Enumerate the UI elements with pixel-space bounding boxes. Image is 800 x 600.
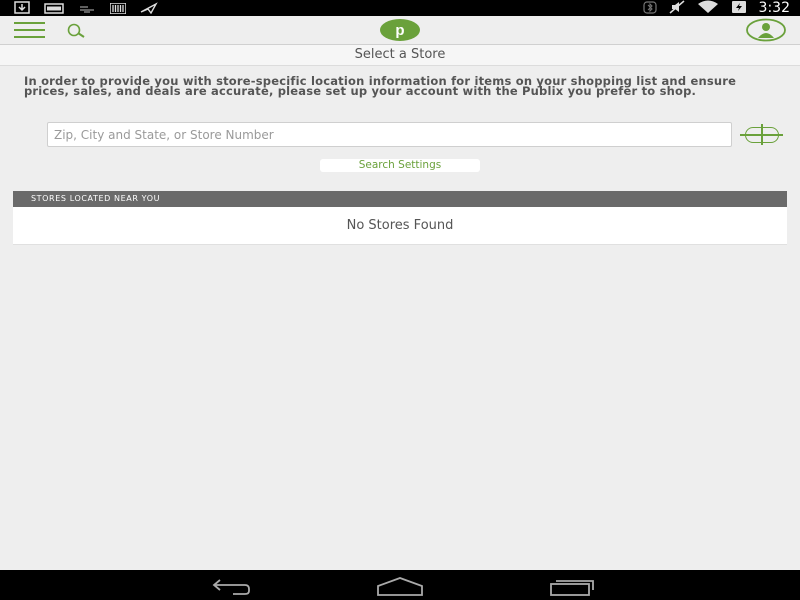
bluetooth-icon [642,0,657,18]
hamburger-menu-icon[interactable] [14,22,45,40]
battery-icon [731,0,747,18]
system-nav-bar [0,570,800,600]
store-search-field[interactable] [47,122,732,147]
action-bar: p [0,16,800,45]
download-icon [14,0,30,18]
page-title: Select a Store [0,45,800,66]
status-time: 3:32 [758,0,790,16]
stores-section-header: STORES LOCATED NEAR YOU [13,191,787,207]
account-icon[interactable] [746,18,786,42]
wifi-icon [697,0,719,18]
search-icon[interactable] [64,21,88,41]
status-bar: 3:32 [0,0,800,16]
notification-icon [78,0,96,18]
locate-me-icon[interactable] [740,124,783,145]
search-settings-button[interactable]: Search Settings [320,159,480,172]
back-icon[interactable] [205,576,253,596]
intro-text: In order to provide you with store-speci… [24,74,737,98]
mute-icon [669,0,685,18]
status-system: 3:32 [642,0,790,18]
publix-logo: p [380,19,420,41]
status-notifications [14,0,158,18]
recent-apps-icon[interactable] [548,576,596,596]
flight-icon [140,0,158,18]
barcode-icon [109,0,127,18]
home-icon[interactable] [375,576,425,596]
stores-empty-message: No Stores Found [13,207,787,245]
message-icon [44,0,64,18]
store-search-input[interactable] [48,123,731,146]
logo-letter: p [395,22,404,39]
